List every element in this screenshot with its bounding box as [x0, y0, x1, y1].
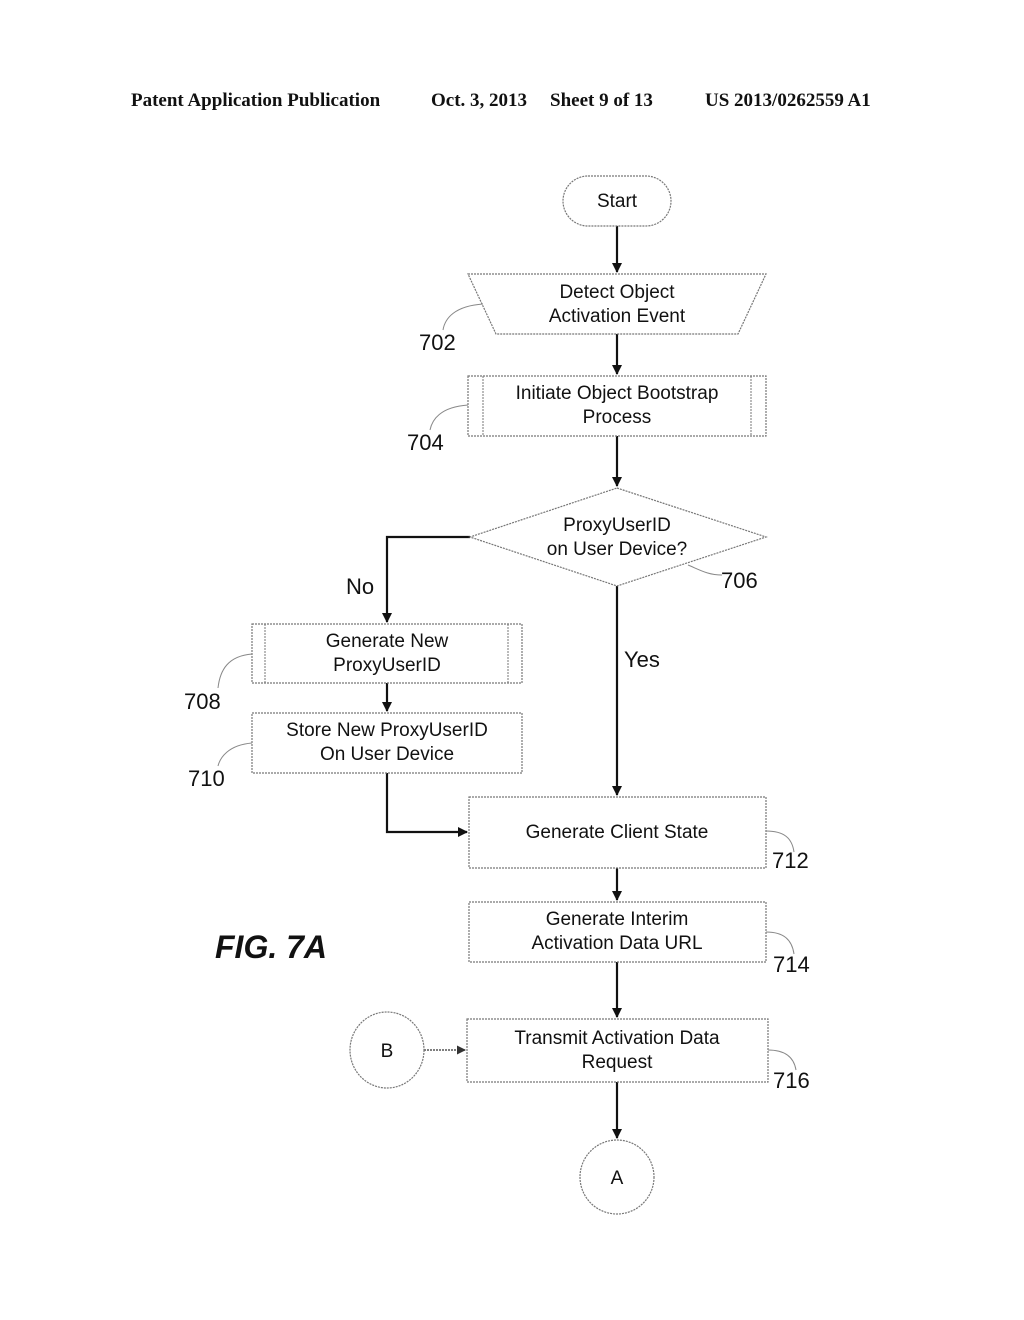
connector-a: A	[579, 1139, 655, 1215]
node-716-line-1: Transmit Activation Data	[514, 1028, 720, 1049]
node-716-line-2: Request	[582, 1052, 653, 1073]
connector-b-label: B	[381, 1041, 394, 1062]
node-712-line-1: Generate Client State	[526, 822, 709, 843]
node-702-line-1: Detect Object	[559, 282, 675, 303]
ref-712: 712	[772, 848, 809, 873]
node-704: Initiate Object Bootstrap Process	[467, 375, 767, 437]
node-708-line-1: Generate New	[326, 631, 449, 652]
connector-a-label: A	[611, 1168, 624, 1189]
node-710-line-1: Store New ProxyUserID	[286, 720, 488, 741]
flowchart: No Yes Start Detect Object Activation Ev…	[184, 175, 810, 1215]
node-712: Generate Client State	[468, 796, 767, 869]
node-start-label: Start	[597, 191, 638, 212]
node-702-line-2: Activation Event	[549, 306, 686, 327]
edge-710-712	[385, 773, 468, 837]
edge-label-no: No	[346, 574, 374, 599]
node-702: Detect Object Activation Event	[467, 273, 767, 335]
ref-706: 706	[721, 568, 758, 593]
node-706-line-1: ProxyUserID	[563, 515, 671, 536]
ref-704: 704	[407, 430, 444, 455]
ref-702: 702	[419, 330, 456, 355]
node-710: Store New ProxyUserID On User Device	[251, 712, 523, 774]
node-704-line-2: Process	[583, 407, 652, 428]
figure-label: FIG. 7A	[215, 929, 327, 965]
ref-714: 714	[773, 952, 810, 977]
node-708: Generate New ProxyUserID	[251, 623, 523, 684]
node-714-line-1: Generate Interim	[546, 909, 689, 930]
node-708-line-2: ProxyUserID	[333, 655, 441, 676]
node-710-line-2: On User Device	[320, 744, 454, 765]
node-716: Transmit Activation Data Request	[466, 1018, 769, 1083]
edge-label-yes: Yes	[624, 647, 660, 672]
node-704-line-1: Initiate Object Bootstrap	[516, 383, 719, 404]
node-706-line-2: on User Device?	[547, 539, 687, 560]
ref-716: 716	[773, 1068, 810, 1093]
edge-706-708-no	[382, 535, 470, 623]
connector-b: B	[349, 1011, 425, 1089]
ref-710: 710	[188, 766, 225, 791]
node-714-line-2: Activation Data URL	[531, 933, 702, 954]
node-714: Generate Interim Activation Data URL	[468, 901, 767, 963]
node-start: Start	[562, 175, 672, 227]
ref-708: 708	[184, 689, 221, 714]
